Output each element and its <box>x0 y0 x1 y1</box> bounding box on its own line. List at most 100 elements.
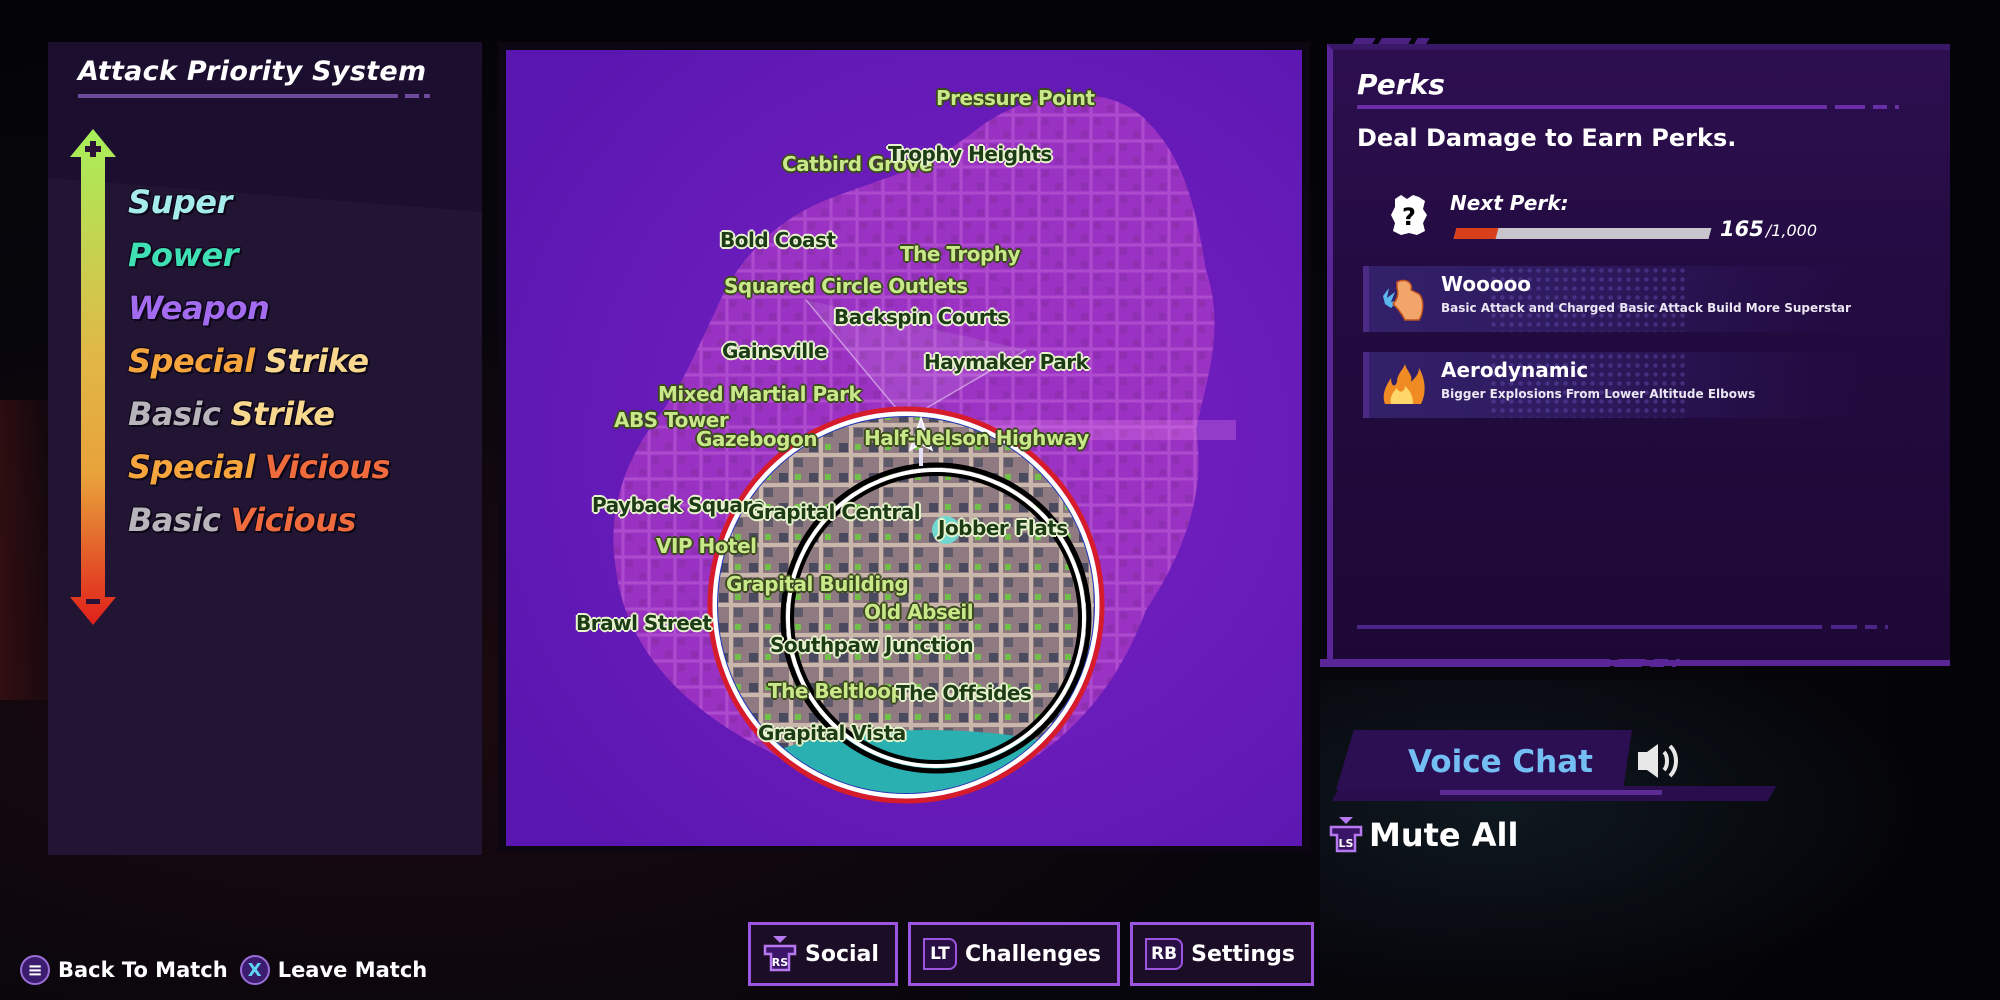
tab-label: Challenges <box>964 941 1102 967</box>
priority-word: Special <box>128 448 255 486</box>
map-location-label: Bold Coast <box>720 228 836 252</box>
perks-panel: Perks Deal Damage to Earn Perks. ? Next … <box>1327 44 1950 666</box>
perks-title-underline <box>1357 105 1827 109</box>
tab-settings[interactable]: RB Settings <box>1130 922 1314 986</box>
rule-dash <box>1885 625 1888 629</box>
leave-match-label: Leave Match <box>277 958 428 982</box>
next-perk-label: Next Perk: <box>1450 191 1569 215</box>
map-location-label: Grapital Vista <box>758 721 906 745</box>
priority-item: Super <box>128 176 390 229</box>
attack-priority-panel: Attack Priority System Super Power Weapon S… <box>48 42 482 855</box>
priority-gradient-arrow <box>70 129 116 625</box>
perk-description: Basic Attack and Charged Basic Attack Bu… <box>1441 301 1851 315</box>
map-location-label: Haymaker Park <box>924 350 1089 374</box>
menu-button-icon: ≡ <box>20 955 50 985</box>
menu-tabs: RS Social LT Challenges RB Settings <box>748 922 1314 986</box>
voice-chat-title: Voice Chat <box>1408 744 1593 780</box>
priority-item: Special Vicious <box>128 441 391 494</box>
map-location-label: Backspin Courts <box>834 305 1009 329</box>
map-location-label: Grapital Building <box>726 572 909 596</box>
voice-chat-underline <box>1440 790 1662 795</box>
perk-name: Aerodynamic <box>1441 358 1589 382</box>
elbow-spark-icon <box>1383 279 1424 321</box>
map-location-label: Mixed Martial Park <box>658 382 862 406</box>
left-stick-icon: LS <box>1329 817 1363 853</box>
leave-match-button[interactable]: X Leave Match <box>239 955 440 985</box>
mute-all-button[interactable]: LS Mute All <box>1329 815 1518 855</box>
panel-notch <box>1378 38 1412 44</box>
map-location-label: Half-Nelson Highway <box>864 426 1089 450</box>
tab-social[interactable]: RS Social <box>748 922 898 986</box>
rule-dash <box>1831 625 1857 629</box>
priority-word: Power <box>128 236 238 274</box>
map-location-label: Jobber Flats <box>938 516 1068 540</box>
speaker-icon[interactable] <box>1636 740 1688 782</box>
map-location-label: Pressure Point <box>936 86 1095 110</box>
minus-icon <box>86 599 100 604</box>
priority-item: Weapon <box>128 282 390 335</box>
map-location-label: Southpaw Junction <box>770 633 974 657</box>
tab-label: Social <box>805 941 879 967</box>
underline-dash <box>1835 105 1865 109</box>
back-to-match-button[interactable]: ≡ Back To Match <box>20 955 240 985</box>
panel-bottom-edge <box>1320 659 1610 667</box>
rb-bumper-icon: RB <box>1145 938 1184 970</box>
title-underline <box>78 94 398 98</box>
priority-item: Special Strike <box>128 335 390 388</box>
progress-readout: 165/1,000 <box>1720 217 1817 241</box>
mute-all-label: Mute All <box>1369 816 1519 854</box>
panel-notch <box>1352 38 1376 44</box>
minimap[interactable]: Pressure Point Catbird Grove The Trophy Squ… <box>506 50 1302 846</box>
tab-challenges[interactable]: LT Challenges <box>907 922 1121 986</box>
progress-fill <box>1453 228 1499 239</box>
lt-trigger-icon: LT <box>922 938 957 970</box>
flame-elbow-icon <box>1383 364 1425 404</box>
map-location-label: Brawl Street <box>576 611 712 635</box>
perk-description: Bigger Explosions From Lower Altitude El… <box>1441 387 1756 401</box>
map-location-label: VIP Hotel <box>656 534 757 558</box>
priority-word: Basic <box>128 395 221 433</box>
priority-item: Basic Strike <box>128 388 390 441</box>
map-location-label: Gainsville <box>722 339 828 363</box>
perks-subtitle: Deal Damage to Earn Perks. <box>1357 124 1737 152</box>
tab-label: Settings <box>1191 941 1295 967</box>
priority-word: Special <box>128 342 255 380</box>
priority-word: Strike <box>264 342 369 380</box>
map-location-label: Trophy Heights <box>888 142 1052 166</box>
map-location-label: Grapital Central <box>748 500 921 524</box>
title-underline-dash <box>405 94 419 98</box>
priority-word: Weapon <box>128 289 270 327</box>
svg-text:RS: RS <box>772 956 788 969</box>
perk-card[interactable]: Wooooo Basic Attack and Charged Basic At… <box>1363 266 1863 332</box>
map-location-label: Payback Square <box>592 493 765 517</box>
map-location-label: The Trophy <box>900 242 1021 266</box>
panel-notch <box>1613 659 1647 667</box>
attack-priority-title: Attack Priority System <box>78 56 427 87</box>
priority-word: Strike <box>230 395 335 433</box>
rule-dash <box>1865 625 1877 629</box>
perks-title: Perks <box>1357 68 1445 101</box>
map-location-label: Old Abseil <box>864 600 974 624</box>
priority-list: Super Power Weapon Special Strike Basic Strike… <box>128 176 391 547</box>
svg-text:?: ? <box>1402 203 1416 231</box>
map-location-label: Squared Circle Outlets <box>724 274 968 298</box>
perk-name: Wooooo <box>1441 272 1532 296</box>
priority-word: Super <box>128 183 232 221</box>
svg-text:LS: LS <box>1339 837 1354 850</box>
priority-word: Basic <box>128 501 221 539</box>
progress-max: /1,000 <box>1765 221 1818 240</box>
perks-bottom-rule <box>1357 625 1822 629</box>
title-underline-dash <box>424 94 430 98</box>
mystery-perk-icon: ? <box>1391 195 1427 235</box>
right-stick-icon: RS <box>763 936 797 972</box>
perk-card[interactable]: Aerodynamic Bigger Explosions From Lower… <box>1363 352 1863 418</box>
progress-current: 165 <box>1720 217 1764 241</box>
map-location-label: Gazebogon <box>696 427 817 451</box>
priority-item: Power <box>128 229 390 282</box>
map-location-label: The Beltloop <box>768 679 905 703</box>
next-perk-progress-bar <box>1453 228 1712 239</box>
back-to-match-label: Back To Match <box>58 958 228 982</box>
underline-dash <box>1895 105 1899 109</box>
priority-word: Vicious <box>264 448 391 486</box>
underline-dash <box>1873 105 1887 109</box>
